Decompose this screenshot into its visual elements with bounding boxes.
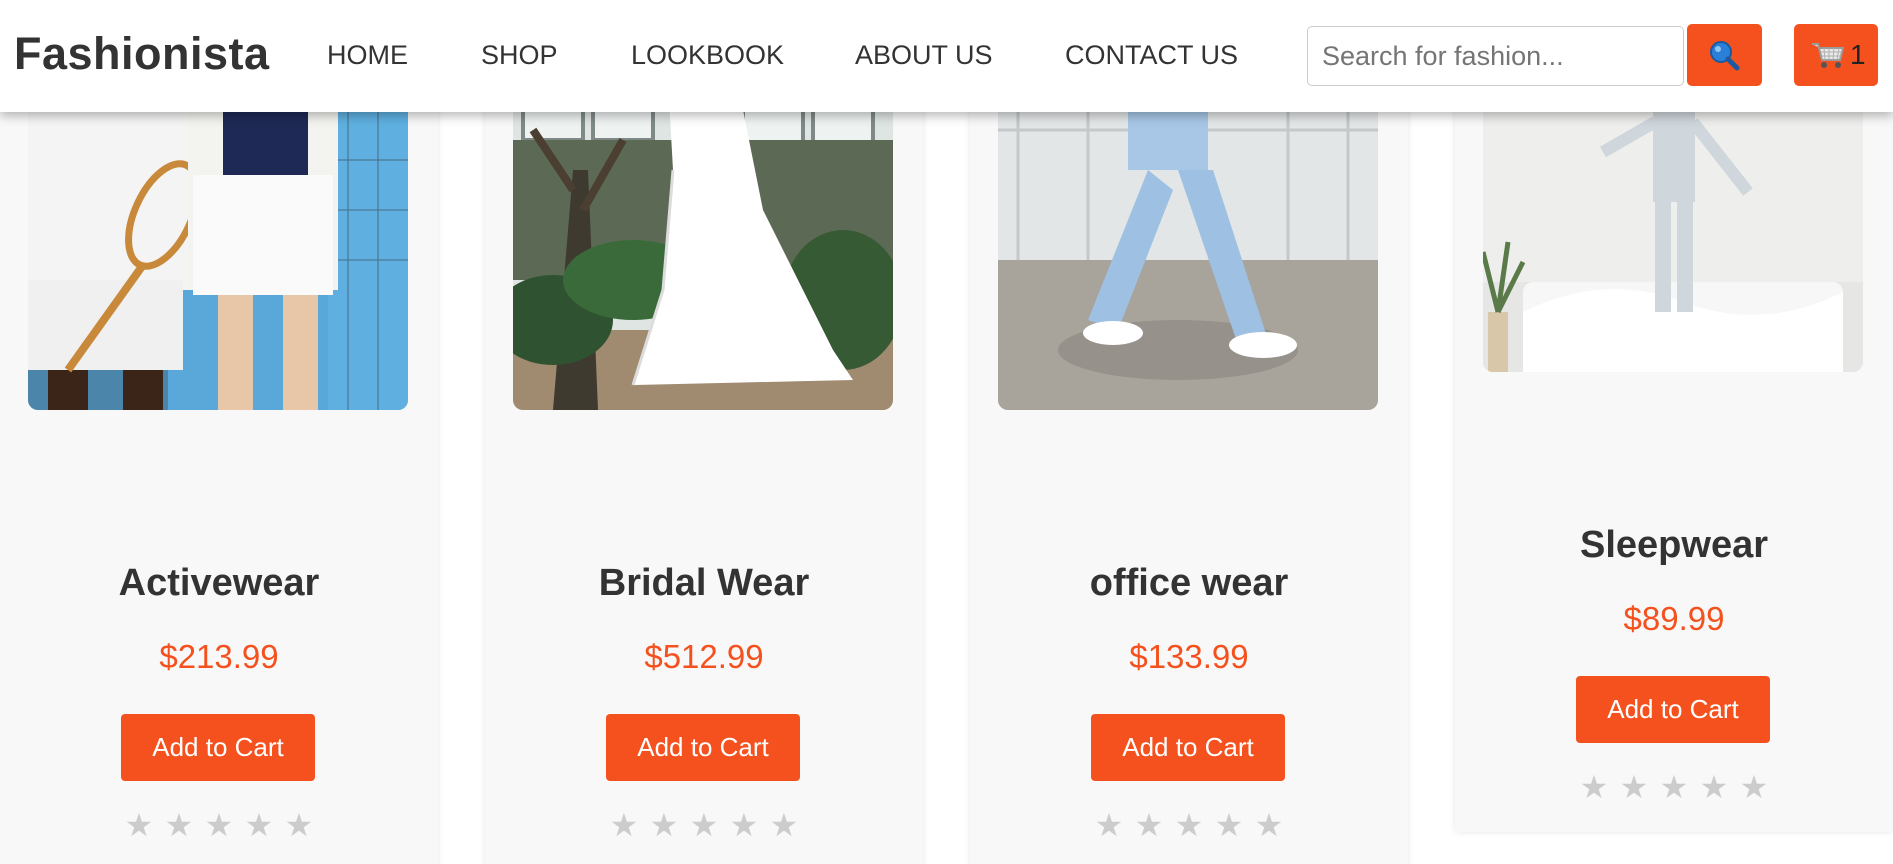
product-title: Activewear — [118, 562, 320, 604]
nav-home[interactable]: HOME — [327, 40, 408, 71]
nav-contact-us[interactable]: CONTACT US — [1065, 40, 1238, 71]
star-rating: ★ ★ ★ ★ ★ — [1455, 768, 1893, 806]
product-card-office-wear: office wear $133.99 Add to Cart ★ ★ ★ ★ ★ — [970, 0, 1408, 864]
product-card-bridal-wear: Bridal Wear $512.99 Add to Cart ★ ★ ★ ★ ★ — [485, 0, 923, 864]
star-icon[interactable]: ★ — [724, 806, 764, 844]
star-icon[interactable]: ★ — [604, 806, 644, 844]
star-icon[interactable]: ★ — [1574, 768, 1614, 806]
star-icon[interactable]: ★ — [1694, 768, 1734, 806]
star-icon[interactable]: ★ — [1209, 806, 1249, 844]
star-icon[interactable]: ★ — [764, 806, 804, 844]
site-logo[interactable]: Fashionista — [14, 28, 270, 80]
star-icon[interactable]: ★ — [1129, 806, 1169, 844]
cart-button[interactable]: 1 — [1794, 24, 1878, 86]
star-rating: ★ ★ ★ ★ ★ — [485, 806, 923, 844]
site-header: Fashionista HOME SHOP LOOKBOOK ABOUT US … — [0, 0, 1893, 112]
add-to-cart-button[interactable]: Add to Cart — [1091, 714, 1285, 781]
product-price: $133.99 — [1129, 638, 1249, 675]
star-icon[interactable]: ★ — [1614, 768, 1654, 806]
add-to-cart-button[interactable]: Add to Cart — [121, 714, 315, 781]
nav-shop[interactable]: SHOP — [481, 40, 558, 71]
star-icon[interactable]: ★ — [644, 806, 684, 844]
search-button[interactable] — [1687, 24, 1762, 86]
product-price: $213.99 — [159, 638, 279, 675]
star-icon[interactable]: ★ — [239, 806, 279, 844]
product-card-activewear: Activewear $213.99 Add to Cart ★ ★ ★ ★ ★ — [0, 0, 438, 864]
star-icon[interactable]: ★ — [1089, 806, 1129, 844]
star-icon[interactable]: ★ — [1654, 768, 1694, 806]
product-price: $89.99 — [1623, 600, 1725, 637]
star-icon[interactable]: ★ — [684, 806, 724, 844]
star-icon[interactable]: ★ — [119, 806, 159, 844]
star-icon[interactable]: ★ — [1734, 768, 1774, 806]
star-icon[interactable]: ★ — [199, 806, 239, 844]
star-rating: ★ ★ ★ ★ ★ — [0, 806, 438, 844]
nav-lookbook[interactable]: LOOKBOOK — [631, 40, 784, 71]
nav-about-us[interactable]: ABOUT US — [855, 40, 993, 71]
star-rating: ★ ★ ★ ★ ★ — [970, 806, 1408, 844]
star-icon[interactable]: ★ — [279, 806, 319, 844]
product-grid: Activewear $213.99 Add to Cart ★★★★★ — [0, 0, 1893, 864]
product-card-sleepwear: Sleepwear $89.99 Add to Cart ★ ★ ★ ★ ★ — [1455, 0, 1893, 832]
star-icon[interactable]: ★ — [1249, 806, 1289, 844]
add-to-cart-button[interactable]: Add to Cart — [606, 714, 800, 781]
add-to-cart-button[interactable]: Add to Cart — [1576, 676, 1770, 743]
star-icon[interactable]: ★ — [1169, 806, 1209, 844]
product-title: Sleepwear — [1580, 524, 1768, 566]
star-icon[interactable]: ★ — [159, 806, 199, 844]
product-title: office wear — [1089, 562, 1289, 604]
product-title: Bridal Wear — [598, 562, 810, 604]
cart-count-badge: 1 — [1850, 39, 1866, 70]
search-input[interactable] — [1307, 26, 1684, 86]
product-price: $512.99 — [644, 638, 764, 675]
